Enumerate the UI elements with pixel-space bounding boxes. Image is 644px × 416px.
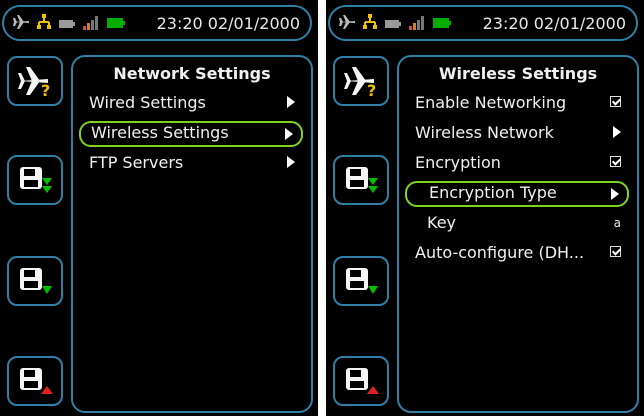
airplane-icon (338, 13, 356, 35)
signal-icon (408, 13, 426, 35)
battery-green-icon (106, 15, 126, 34)
battery-green-icon (432, 15, 452, 34)
menu-title: Network Settings (113, 64, 271, 83)
save-down-single-button[interactable] (7, 256, 63, 306)
checkbox-checked-icon[interactable] (610, 156, 621, 167)
battery-icon (384, 15, 402, 34)
save-down-single-button[interactable] (333, 256, 389, 306)
device-screen-right: 23:20 02/01/2000 ? Wireless Settings Ena… (326, 0, 644, 416)
battery-icon (58, 15, 76, 34)
airplane-help-button[interactable]: ? (333, 56, 389, 106)
menu-title: Wireless Settings (438, 64, 598, 83)
svg-text:?: ? (41, 81, 50, 99)
menu-item-enable-networking[interactable]: Enable Networking (405, 91, 629, 117)
save-up-button[interactable] (7, 356, 63, 406)
menu-item-label: Wireless Network (415, 123, 554, 142)
menu-item-wireless-settings[interactable]: Wireless Settings (79, 121, 303, 147)
airplane-help-icon: ? (14, 63, 56, 99)
menu-item-label: FTP Servers (89, 153, 184, 172)
status-icons (338, 13, 452, 35)
menu-item-wireless-network[interactable]: Wireless Network (405, 121, 629, 147)
save-up-red-icon (14, 363, 56, 399)
menu-item-label: Wired Settings (89, 93, 206, 112)
chevron-right-icon (287, 96, 295, 108)
save-up-red-icon (340, 363, 382, 399)
network-icon (36, 13, 52, 35)
menu-item-label: Wireless Settings (91, 123, 229, 142)
menu-item-label: Key (427, 213, 457, 232)
save-down-green-small-icon (14, 263, 56, 299)
checkbox-checked-icon[interactable] (610, 96, 621, 107)
menu-panel: Network Settings Wired Settings Wireless… (71, 55, 313, 413)
chevron-right-icon (611, 188, 619, 200)
menu-item-label: Enable Networking (415, 93, 567, 112)
status-bar: 23:20 02/01/2000 (328, 5, 638, 41)
menu-item-label: Auto-configure (DH... (415, 243, 585, 262)
save-down-button[interactable] (333, 155, 389, 205)
menu-item-auto-configure[interactable]: Auto-configure (DH... (405, 241, 629, 267)
save-down-button[interactable] (7, 155, 63, 205)
status-icons (12, 13, 126, 35)
svg-text:?: ? (367, 81, 376, 99)
menu-item-ftp-servers[interactable]: FTP Servers (79, 151, 303, 177)
menu-item-label: Encryption Type (429, 183, 557, 202)
status-time: 23:20 02/01/2000 (156, 14, 300, 33)
save-down-green-icon (14, 162, 56, 198)
airplane-help-button[interactable]: ? (7, 56, 63, 106)
status-time: 23:20 02/01/2000 (482, 14, 626, 33)
network-icon (362, 13, 378, 35)
chevron-right-icon (613, 126, 621, 138)
signal-icon (82, 13, 100, 35)
menu-item-encryption[interactable]: Encryption (405, 151, 629, 177)
device-screen-left: 23:20 02/01/2000 ? Network Settings Wire… (0, 0, 318, 416)
menu-item-key[interactable]: Key a (405, 211, 629, 237)
airplane-help-icon: ? (340, 63, 382, 99)
menu-item-encryption-type[interactable]: Encryption Type (405, 181, 629, 207)
menu-panel: Wireless Settings Enable Networking Wire… (397, 55, 639, 413)
airplane-icon (12, 13, 30, 35)
menu-item-wired-settings[interactable]: Wired Settings (79, 91, 303, 117)
menu-item-label: Encryption (415, 153, 501, 172)
save-down-green-small-icon (340, 263, 382, 299)
status-bar: 23:20 02/01/2000 (2, 5, 312, 41)
chevron-right-icon (285, 128, 293, 140)
save-down-green-icon (340, 162, 382, 198)
chevron-right-icon (287, 156, 295, 168)
key-value: a (613, 216, 621, 230)
save-up-button[interactable] (333, 356, 389, 406)
checkbox-checked-icon[interactable] (610, 246, 621, 257)
